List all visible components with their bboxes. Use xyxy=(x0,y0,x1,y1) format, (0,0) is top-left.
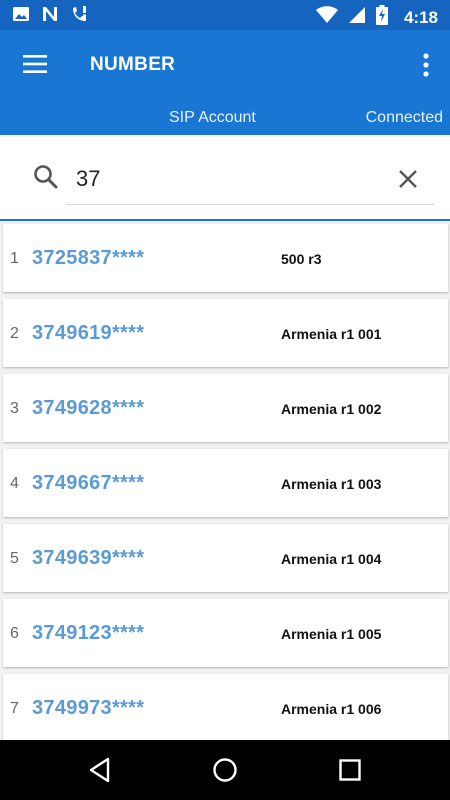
item-index: 6 xyxy=(10,625,19,642)
item-name: Armenia r1 002 xyxy=(281,401,382,417)
list-item[interactable]: 1 3725837**** 500 r3 xyxy=(3,224,448,292)
item-name: Armenia r1 001 xyxy=(281,326,382,342)
clock-time: 4:18 xyxy=(403,7,438,27)
sip-account-tab[interactable]: SIP Account xyxy=(169,109,256,127)
home-button[interactable] xyxy=(212,757,238,788)
list-item[interactable]: 2 3749619**** Armenia r1 001 xyxy=(3,299,448,367)
item-index: 4 xyxy=(10,475,19,492)
search-bar xyxy=(0,135,450,221)
item-name: Armenia r1 004 xyxy=(281,551,382,567)
signal-icon xyxy=(348,6,366,29)
list-item[interactable]: 3 3749628**** Armenia r1 002 xyxy=(3,374,448,442)
item-number: 3725837**** xyxy=(32,247,145,269)
status-bar: 4:18 xyxy=(0,0,450,30)
item-index: 5 xyxy=(10,550,19,567)
list-item[interactable]: 7 3749973**** Armenia r1 006 xyxy=(3,674,448,742)
list-item[interactable]: 4 3749667**** Armenia r1 003 xyxy=(3,449,448,517)
item-number: 3749123**** xyxy=(32,622,145,644)
item-name: Armenia r1 003 xyxy=(281,476,382,492)
phone-alert-icon xyxy=(70,5,90,28)
item-name: Armenia r1 006 xyxy=(281,701,382,717)
image-icon xyxy=(12,5,30,28)
list-item[interactable]: 5 3749639**** Armenia r1 004 xyxy=(3,524,448,592)
item-name: 500 r3 xyxy=(281,251,322,267)
app-bar: NUMBER SIP Account Connected xyxy=(0,30,450,135)
results-list: 1 3725837**** 500 r3 2 3749619**** Armen… xyxy=(3,224,448,749)
item-index: 3 xyxy=(10,400,19,417)
n-notification-icon xyxy=(41,5,59,28)
item-number: 3749619**** xyxy=(32,322,145,344)
item-name: Armenia r1 005 xyxy=(281,626,382,642)
wifi-icon xyxy=(315,6,338,29)
more-vertical-icon xyxy=(423,53,429,77)
recents-icon xyxy=(339,759,361,781)
close-icon xyxy=(399,170,417,188)
menu-button[interactable] xyxy=(22,52,48,76)
battery-charging-icon xyxy=(375,5,388,30)
page-title: NUMBER xyxy=(90,54,176,75)
hamburger-menu-icon xyxy=(23,55,47,73)
list-item[interactable]: 6 3749123**** Armenia r1 005 xyxy=(3,599,448,667)
item-number: 3749628**** xyxy=(32,397,145,419)
back-button[interactable] xyxy=(88,757,112,788)
status-bar-notifications xyxy=(12,5,90,28)
search-input[interactable] xyxy=(66,153,434,205)
search-icon xyxy=(33,164,59,195)
item-index: 1 xyxy=(10,250,19,267)
clear-search-button[interactable] xyxy=(398,169,418,194)
item-number: 3749639**** xyxy=(32,547,145,569)
home-icon xyxy=(213,758,237,782)
recents-button[interactable] xyxy=(338,757,362,788)
item-index: 7 xyxy=(10,700,19,717)
connection-status: Connected xyxy=(365,109,443,126)
back-icon xyxy=(89,757,110,783)
overflow-menu-button[interactable] xyxy=(422,52,430,78)
item-number: 3749973**** xyxy=(32,697,145,719)
status-bar-system: 4:18 xyxy=(315,5,438,30)
item-index: 2 xyxy=(10,325,19,342)
item-number: 3749667**** xyxy=(32,472,145,494)
system-nav-bar xyxy=(0,740,450,800)
